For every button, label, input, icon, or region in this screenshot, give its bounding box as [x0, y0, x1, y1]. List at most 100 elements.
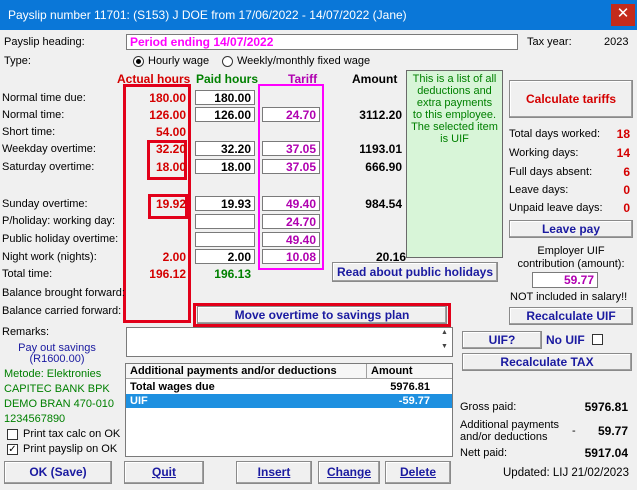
payslip-form: Payslip heading: Period ending 14/07/202… [0, 30, 637, 490]
actual-total-time: 196.12 [149, 267, 186, 281]
row-label-short-time: Short time: [2, 126, 56, 138]
paid-normal-time-due[interactable]: 180.00 [195, 90, 255, 105]
calculate-tariffs-button[interactable]: Calculate tariffs [509, 80, 633, 118]
actual-short-time: 54.00 [155, 125, 186, 139]
payslip-heading-value: Period ending 14/07/2022 [130, 35, 274, 49]
table-row[interactable]: Total wages due 5976.81 [126, 380, 452, 394]
recalculate-uif-button[interactable]: Recalculate UIF [509, 307, 633, 325]
read-public-holidays-button[interactable]: Read about public holidays [332, 262, 498, 282]
stat-label-total-days: Total days worked: [509, 128, 601, 140]
row-label-weekday-overtime: Weekday overtime: [2, 143, 96, 155]
additional-label: Additional payments and/or deductions [460, 419, 560, 443]
window-title: Payslip number 11701: (S153) J DOE from … [8, 8, 407, 22]
row-label-balance-carried-forward: Balance carried forward: [2, 305, 122, 317]
row-label-sunday-overtime: Sunday overtime: [2, 198, 88, 210]
amount-saturday-overtime: 666.90 [365, 160, 402, 174]
paid-sunday-overtime[interactable]: 19.93 [195, 196, 255, 211]
row-label-balance-brought-forward: Balance brought forward: [2, 287, 125, 299]
remarks-label: Remarks: [2, 326, 50, 338]
close-icon[interactable]: ✕ [611, 4, 635, 26]
stat-value-total-days: 18 [616, 127, 630, 141]
fixed-wage-radio[interactable] [222, 56, 233, 67]
table-header-name: Additional payments and/or deductions [130, 365, 337, 377]
stat-value-unpaid-leave-days: 0 [623, 201, 630, 215]
metode-line-3: DEMO BRAN 470-010 [4, 398, 115, 410]
type-label: Type: [4, 55, 31, 67]
employer-uif-note: NOT included in salary!! [510, 291, 628, 303]
payslip-heading-label: Payslip heading: [4, 36, 85, 48]
row-label-saturday-overtime: Saturday overtime: [2, 161, 95, 173]
actual-normal-time: 126.00 [149, 108, 186, 122]
actual-normal-time-due: 180.00 [149, 91, 186, 105]
metode-line-4: 1234567890 [4, 413, 66, 425]
paid-total-time: 196.13 [214, 267, 251, 281]
tariff-public-holiday-overtime[interactable]: 49.40 [262, 232, 320, 247]
tariff-normal-time[interactable]: 24.70 [262, 107, 320, 122]
title-bar: Payslip number 11701: (S153) J DOE from … [0, 0, 637, 30]
table-row[interactable]: UIF -59.77 [126, 394, 452, 408]
row-label-normal-time: Normal time: [2, 109, 65, 121]
uif-query-button[interactable]: UIF? [462, 331, 542, 349]
stat-label-working-days: Working days: [509, 147, 579, 159]
employer-uif-field[interactable]: 59.77 [532, 272, 598, 288]
stat-label-leave-days: Leave days: [509, 184, 569, 196]
pay-out-amount: (R1600.00) [29, 353, 85, 365]
row-label-normal-time-due: Normal time due: [2, 92, 86, 104]
print-tax-calc-checkbox[interactable] [7, 429, 18, 440]
paid-weekday-overtime[interactable]: 32.20 [195, 141, 255, 156]
row-label-total-time: Total time: [2, 268, 53, 280]
amount-weekday-overtime: 1193.01 [359, 142, 402, 156]
metode-line-2: CAPITEC BANK BPK [4, 383, 110, 395]
tariff-night-work[interactable]: 10.08 [262, 249, 320, 264]
tariff-pholiday-working-day[interactable]: 24.70 [262, 214, 320, 229]
table-header-amount: Amount [371, 365, 413, 377]
delete-button[interactable]: Delete [385, 461, 451, 484]
paid-normal-time[interactable]: 126.00 [195, 107, 255, 122]
scroll-up-icon[interactable]: ▲ [438, 329, 451, 341]
paid-pholiday-working-day[interactable] [195, 214, 255, 229]
additional-payments-table: Additional payments and/or deductions Am… [125, 363, 453, 457]
amount-normal-time: 3112.20 [359, 108, 402, 122]
additional-value: 59.77 [597, 424, 628, 438]
move-overtime-button[interactable]: Move overtime to savings plan [197, 306, 447, 324]
tariff-saturday-overtime[interactable]: 37.05 [262, 159, 320, 174]
print-tax-calc-label: Print tax calc on OK [23, 428, 121, 440]
tax-year-label: Tax year: [527, 36, 572, 48]
change-button[interactable]: Change [318, 461, 380, 484]
paid-night-work[interactable]: 2.00 [195, 249, 255, 264]
amount-sunday-overtime: 984.54 [365, 197, 402, 211]
additional-sign: - [572, 425, 576, 437]
stat-label-unpaid-leave-days: Unpaid leave days: [509, 202, 603, 214]
gross-paid-label: Gross paid: [460, 401, 517, 413]
stat-value-working-days: 14 [616, 146, 630, 160]
stat-value-full-days-absent: 6 [623, 165, 630, 179]
actual-saturday-overtime: 18.00 [155, 160, 186, 174]
metode-line-1: Metode: Elektronies [4, 368, 102, 380]
leave-pay-button[interactable]: Leave pay [509, 220, 633, 238]
nett-paid-label: Nett paid: [460, 447, 508, 459]
tax-year-value: 2023 [604, 36, 629, 48]
print-payslip-checkbox[interactable]: ✓ [7, 444, 18, 455]
remarks-field[interactable]: ▲ ▼ [126, 327, 453, 357]
row-label-pholiday-working-day: P/holiday: working day: [2, 215, 116, 227]
hourly-wage-radio[interactable] [133, 56, 144, 67]
tariff-sunday-overtime[interactable]: 49.40 [262, 196, 320, 211]
payslip-heading-field[interactable]: Period ending 14/07/2022 [126, 34, 518, 50]
scroll-down-icon[interactable]: ▼ [438, 343, 451, 355]
no-uif-checkbox[interactable] [592, 334, 603, 345]
paid-hours-header: Paid hours [196, 72, 259, 86]
ok-save-button[interactable]: OK (Save) [4, 461, 112, 484]
paid-saturday-overtime[interactable]: 18.00 [195, 159, 255, 174]
recalculate-tax-button[interactable]: Recalculate TAX [462, 353, 632, 371]
amount-header: Amount [352, 72, 398, 86]
tariff-weekday-overtime[interactable]: 37.05 [262, 141, 320, 156]
print-payslip-label: Print payslip on OK [23, 443, 118, 455]
quit-button[interactable]: Quit [124, 461, 204, 484]
fixed-wage-label: Weekly/monthly fixed wage [237, 55, 371, 67]
insert-button[interactable]: Insert [236, 461, 312, 484]
stat-value-leave-days: 0 [623, 183, 630, 197]
employer-uif-label: Employer UIF contribution (amount): [517, 245, 625, 270]
actual-weekday-overtime: 32.20 [155, 142, 186, 156]
actual-sunday-overtime: 19.92 [155, 197, 186, 211]
paid-public-holiday-overtime[interactable] [195, 232, 255, 247]
